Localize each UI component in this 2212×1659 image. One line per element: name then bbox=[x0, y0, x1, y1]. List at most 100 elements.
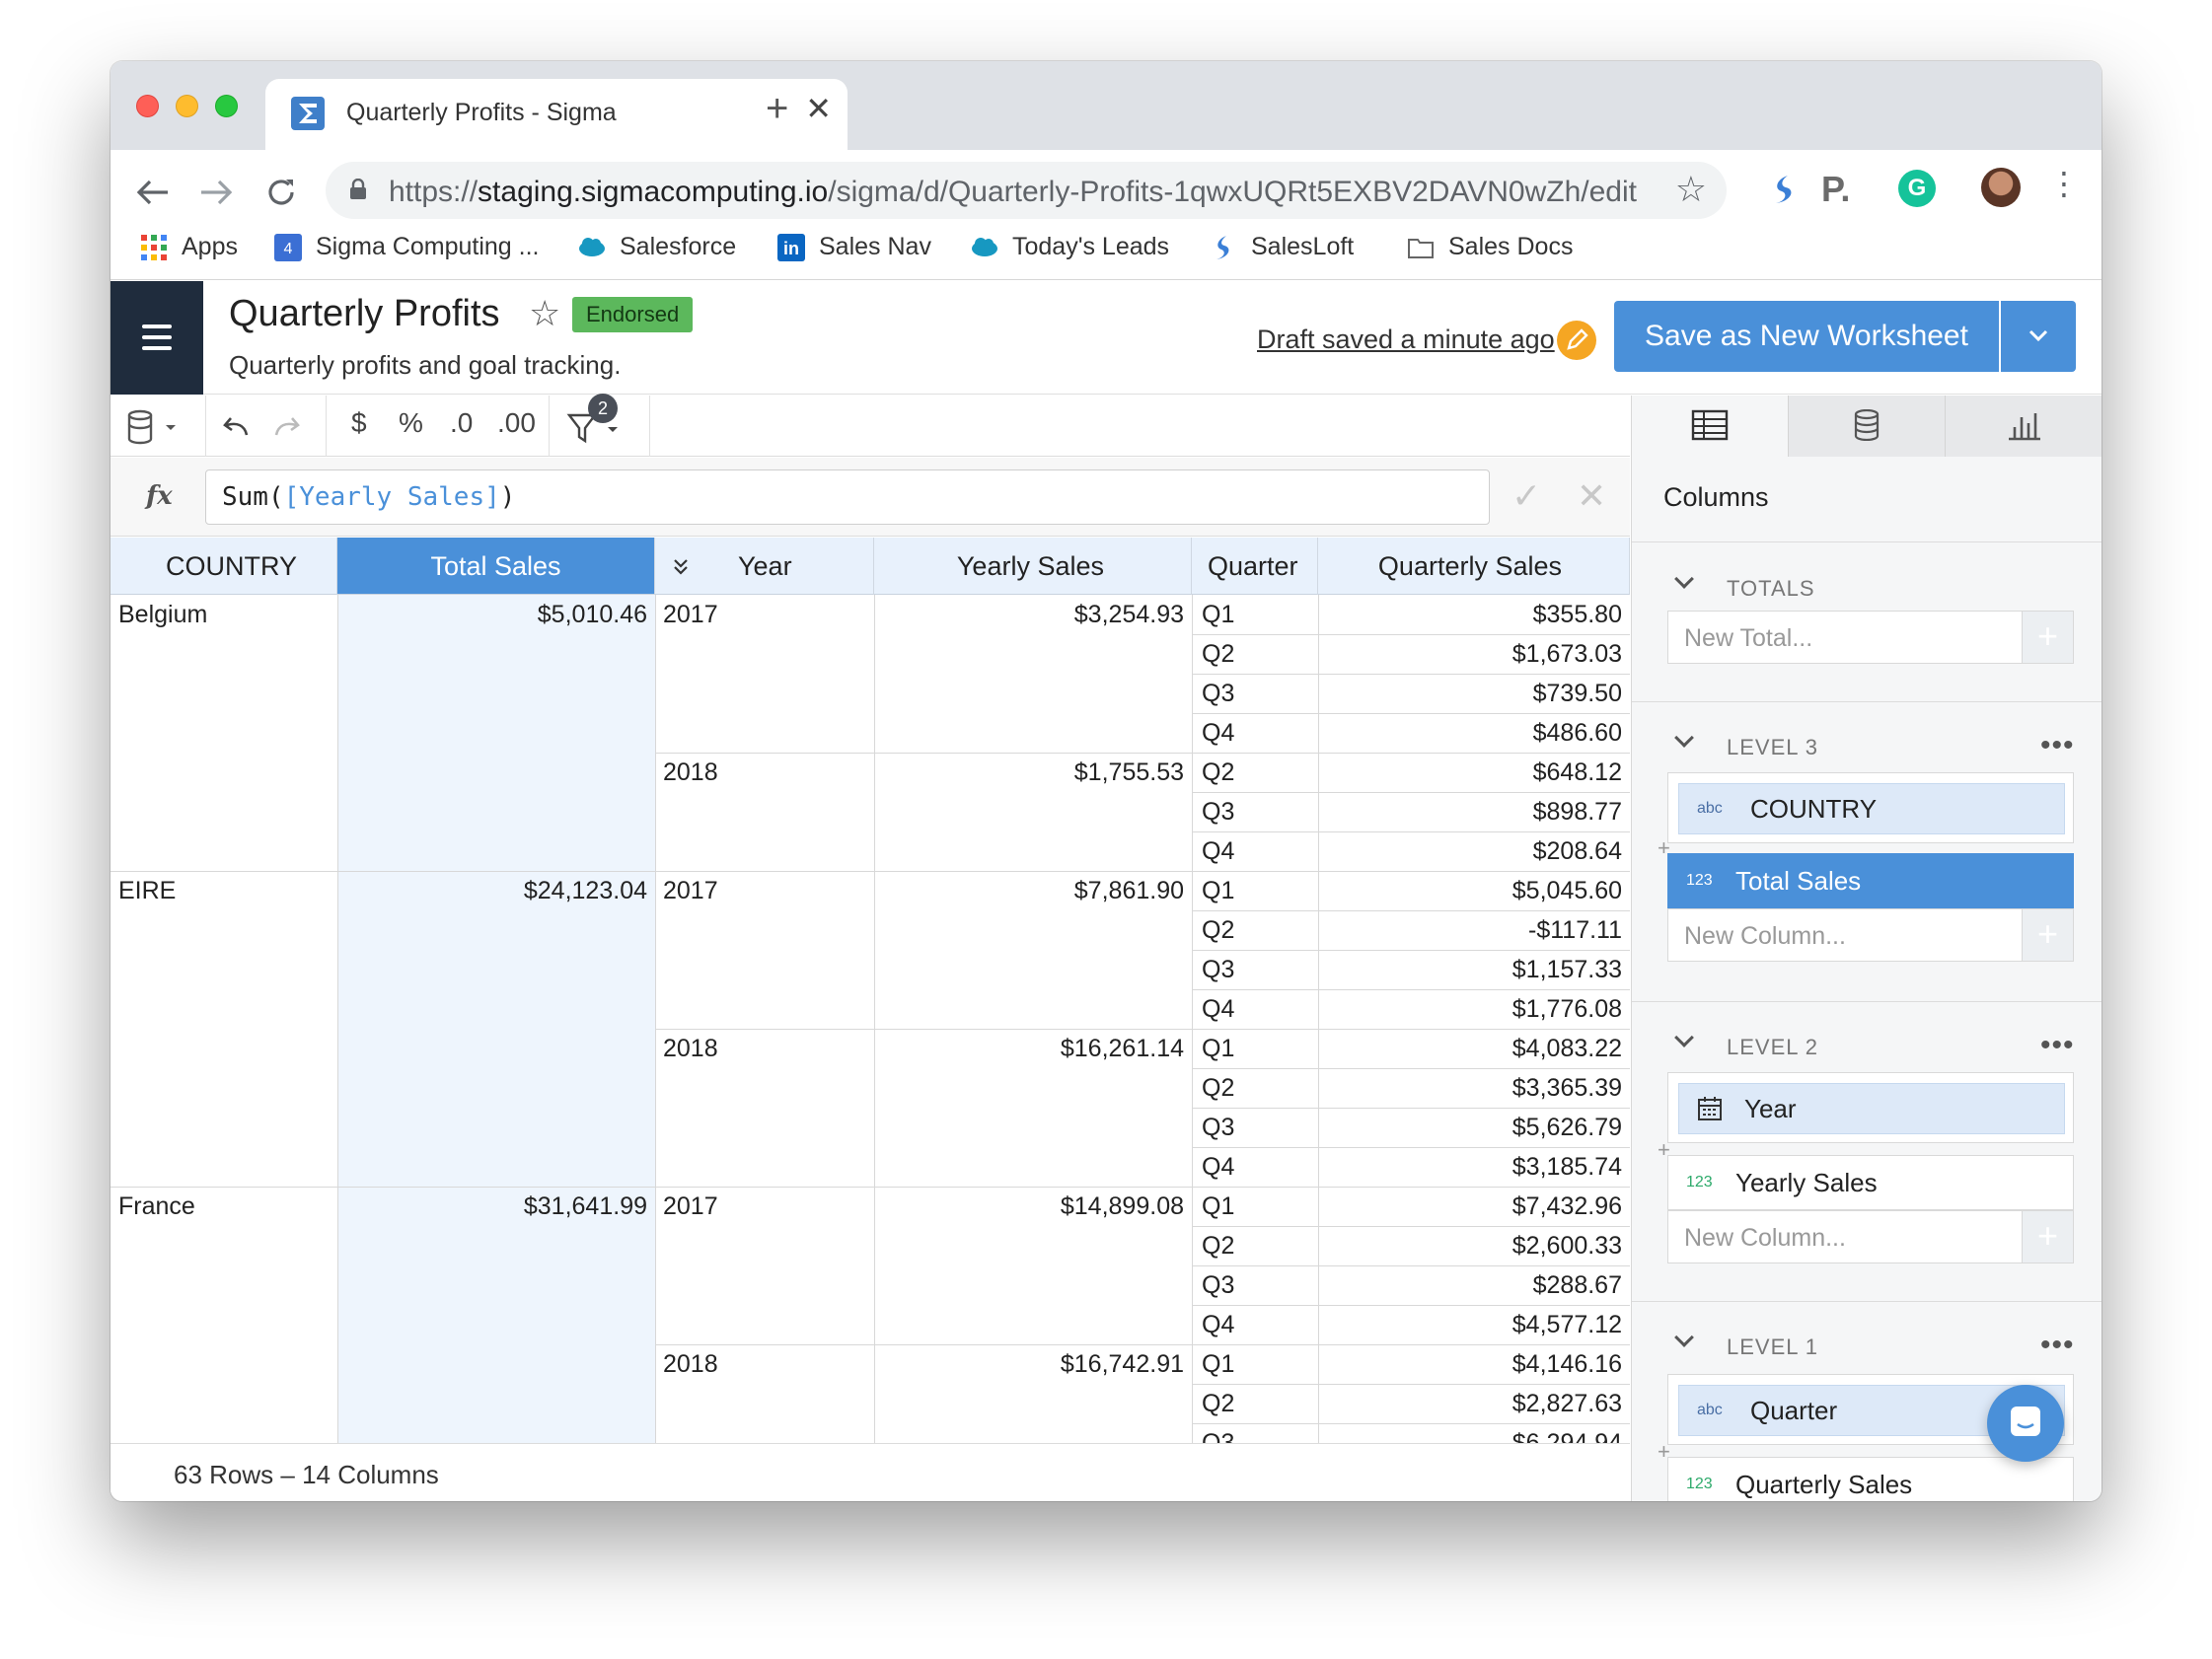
collapse-level-3-icon[interactable] bbox=[1674, 728, 1694, 748]
cell-yearly-sales[interactable]: $14,899.08 bbox=[1061, 1187, 1184, 1226]
cell-quarterly-sales[interactable]: $288.67 bbox=[1533, 1265, 1622, 1305]
address-bar[interactable]: https://staging.sigmacomputing.io/sigma/… bbox=[326, 162, 1727, 219]
formula-input[interactable]: Sum([Yearly Sales]) bbox=[205, 469, 1490, 525]
cell-quarter[interactable]: Q1 bbox=[1202, 595, 1234, 634]
collapse-chevrons-icon[interactable] bbox=[671, 557, 691, 577]
page-subtitle[interactable]: Quarterly profits and goal tracking. bbox=[229, 350, 621, 381]
cell-year[interactable]: 2017 bbox=[663, 871, 718, 910]
new-column-input-level-2[interactable]: New Column... + bbox=[1667, 1210, 2074, 1263]
cell-quarter[interactable]: Q3 bbox=[1202, 1108, 1234, 1147]
cell-quarterly-sales[interactable]: -$117.11 bbox=[1528, 910, 1622, 950]
cell-quarterly-sales[interactable]: $6,294.94 bbox=[1512, 1423, 1622, 1443]
collapse-level-1-icon[interactable] bbox=[1674, 1328, 1694, 1347]
cell-quarterly-sales[interactable]: $3,185.74 bbox=[1512, 1147, 1622, 1187]
level-3-more-icon[interactable]: ••• bbox=[2040, 731, 2075, 760]
cell-quarter[interactable]: Q2 bbox=[1202, 634, 1234, 674]
cell-quarterly-sales[interactable]: $4,083.22 bbox=[1512, 1029, 1622, 1068]
cell-quarterly-sales[interactable]: $2,827.63 bbox=[1512, 1384, 1622, 1423]
increase-decimals-button[interactable]: .00 bbox=[497, 409, 536, 437]
cell-quarterly-sales[interactable]: $486.60 bbox=[1533, 713, 1622, 753]
cell-quarter[interactable]: Q4 bbox=[1202, 831, 1234, 871]
cell-quarterly-sales[interactable]: $5,045.60 bbox=[1512, 871, 1622, 910]
favorite-star-icon[interactable]: ☆ bbox=[529, 293, 560, 334]
column-item-quarterly-sales[interactable]: 123 Quarterly Sales bbox=[1667, 1457, 2074, 1501]
grouping-chip-country[interactable]: abc COUNTRY bbox=[1678, 783, 2065, 834]
maximize-window-button[interactable] bbox=[215, 95, 238, 117]
column-item-yearly-sales[interactable]: 123 Yearly Sales bbox=[1667, 1155, 2074, 1210]
bookmark-salesforce[interactable]: Salesforce bbox=[578, 233, 736, 261]
page-title[interactable]: Quarterly Profits bbox=[229, 293, 500, 335]
cell-quarter[interactable]: Q2 bbox=[1202, 910, 1234, 950]
cell-country[interactable]: Belgium bbox=[118, 595, 207, 634]
cell-quarterly-sales[interactable]: $2,600.33 bbox=[1512, 1226, 1622, 1265]
minimize-window-button[interactable] bbox=[176, 95, 198, 117]
percent-format-button[interactable]: % bbox=[399, 409, 423, 437]
cell-total-sales[interactable]: $5,010.46 bbox=[538, 595, 647, 634]
save-options-dropdown[interactable] bbox=[2001, 301, 2076, 372]
level-1-more-icon[interactable]: ••• bbox=[2040, 1331, 2075, 1360]
bookmark-sales-docs[interactable]: Sales Docs bbox=[1407, 233, 1573, 261]
bookmark-apps[interactable]: Apps bbox=[140, 233, 238, 261]
cell-year[interactable]: 2017 bbox=[663, 595, 718, 634]
tab-columns[interactable] bbox=[1632, 396, 1789, 457]
cell-total-sales[interactable]: $24,123.04 bbox=[524, 871, 647, 910]
cell-quarterly-sales[interactable]: $7,432.96 bbox=[1512, 1187, 1622, 1226]
chat-support-button[interactable] bbox=[1987, 1385, 2064, 1462]
collapse-totals-icon[interactable] bbox=[1674, 569, 1694, 589]
bookmark-star-icon[interactable]: ☆ bbox=[1675, 172, 1707, 207]
reload-icon[interactable] bbox=[264, 176, 298, 209]
cell-yearly-sales[interactable]: $3,254.93 bbox=[1074, 595, 1184, 634]
cell-quarterly-sales[interactable]: $1,157.33 bbox=[1512, 950, 1622, 989]
cell-quarter[interactable]: Q4 bbox=[1202, 989, 1234, 1029]
cell-quarter[interactable]: Q4 bbox=[1202, 713, 1234, 753]
draft-status-link[interactable]: Draft saved a minute ago bbox=[1257, 325, 1555, 355]
redo-icon[interactable] bbox=[272, 415, 302, 439]
bookmark-sigma-computing[interactable]: 4 Sigma Computing ... bbox=[274, 233, 540, 261]
cell-quarter[interactable]: Q2 bbox=[1202, 1226, 1234, 1265]
cell-quarter[interactable]: Q3 bbox=[1202, 792, 1234, 831]
cell-quarterly-sales[interactable]: $3,365.39 bbox=[1512, 1068, 1622, 1108]
new-tab-button[interactable]: + bbox=[766, 89, 788, 128]
collapse-level-2-icon[interactable] bbox=[1674, 1028, 1694, 1047]
new-total-input[interactable]: New Total... + bbox=[1667, 611, 2074, 664]
grouping-chip-year[interactable]: Year bbox=[1678, 1083, 2065, 1134]
cell-quarter[interactable]: Q1 bbox=[1202, 871, 1234, 910]
cell-quarter[interactable]: Q3 bbox=[1202, 674, 1234, 713]
cell-quarterly-sales[interactable]: $1,776.08 bbox=[1512, 989, 1622, 1029]
column-header-total-sales[interactable]: Total Sales bbox=[337, 538, 655, 595]
p-extension-icon[interactable]: P. bbox=[1821, 172, 1850, 207]
cell-year[interactable]: 2018 bbox=[663, 753, 718, 792]
tab-data-source[interactable] bbox=[1789, 396, 1946, 457]
cell-quarter[interactable]: Q2 bbox=[1202, 1384, 1234, 1423]
edit-pencil-button[interactable] bbox=[1557, 321, 1596, 360]
cell-yearly-sales[interactable]: $1,755.53 bbox=[1074, 753, 1184, 792]
cell-quarterly-sales[interactable]: $898.77 bbox=[1533, 792, 1622, 831]
column-header-quarter[interactable]: Quarter bbox=[1192, 538, 1318, 595]
cell-quarterly-sales[interactable]: $5,626.79 bbox=[1512, 1108, 1622, 1147]
data-source-icon[interactable] bbox=[126, 409, 182, 445]
back-arrow-icon[interactable] bbox=[136, 178, 170, 207]
close-window-button[interactable] bbox=[136, 95, 159, 117]
add-column-button[interactable]: + bbox=[2022, 909, 2073, 961]
grammarly-extension-icon[interactable]: G bbox=[1898, 170, 1936, 207]
cell-country[interactable]: France bbox=[118, 1187, 195, 1226]
level-2-more-icon[interactable]: ••• bbox=[2040, 1031, 2075, 1060]
cell-quarter[interactable]: Q3 bbox=[1202, 1265, 1234, 1305]
tab-close-icon[interactable]: ✕ bbox=[805, 93, 832, 124]
cell-total-sales[interactable]: $31,641.99 bbox=[524, 1187, 647, 1226]
bookmark-sales-nav[interactable]: in Sales Nav bbox=[777, 233, 931, 261]
cell-quarter[interactable]: Q1 bbox=[1202, 1029, 1234, 1068]
add-total-button[interactable]: + bbox=[2022, 612, 2073, 663]
cell-quarterly-sales[interactable]: $648.12 bbox=[1533, 753, 1622, 792]
cell-yearly-sales[interactable]: $7,861.90 bbox=[1074, 871, 1184, 910]
undo-icon[interactable] bbox=[221, 415, 251, 439]
cell-quarterly-sales[interactable]: $355.80 bbox=[1533, 595, 1622, 634]
tab-visualization[interactable] bbox=[1946, 396, 2101, 457]
cell-quarter[interactable]: Q3 bbox=[1202, 1423, 1234, 1443]
cell-year[interactable]: 2018 bbox=[663, 1029, 718, 1068]
cell-quarter[interactable]: Q4 bbox=[1202, 1147, 1234, 1187]
cell-year[interactable]: 2018 bbox=[663, 1344, 718, 1384]
decrease-decimals-button[interactable]: .0 bbox=[450, 409, 473, 437]
browser-tab[interactable]: Quarterly Profits - Sigma ✕ bbox=[265, 79, 848, 150]
confirm-formula-icon[interactable]: ✓ bbox=[1512, 475, 1541, 517]
